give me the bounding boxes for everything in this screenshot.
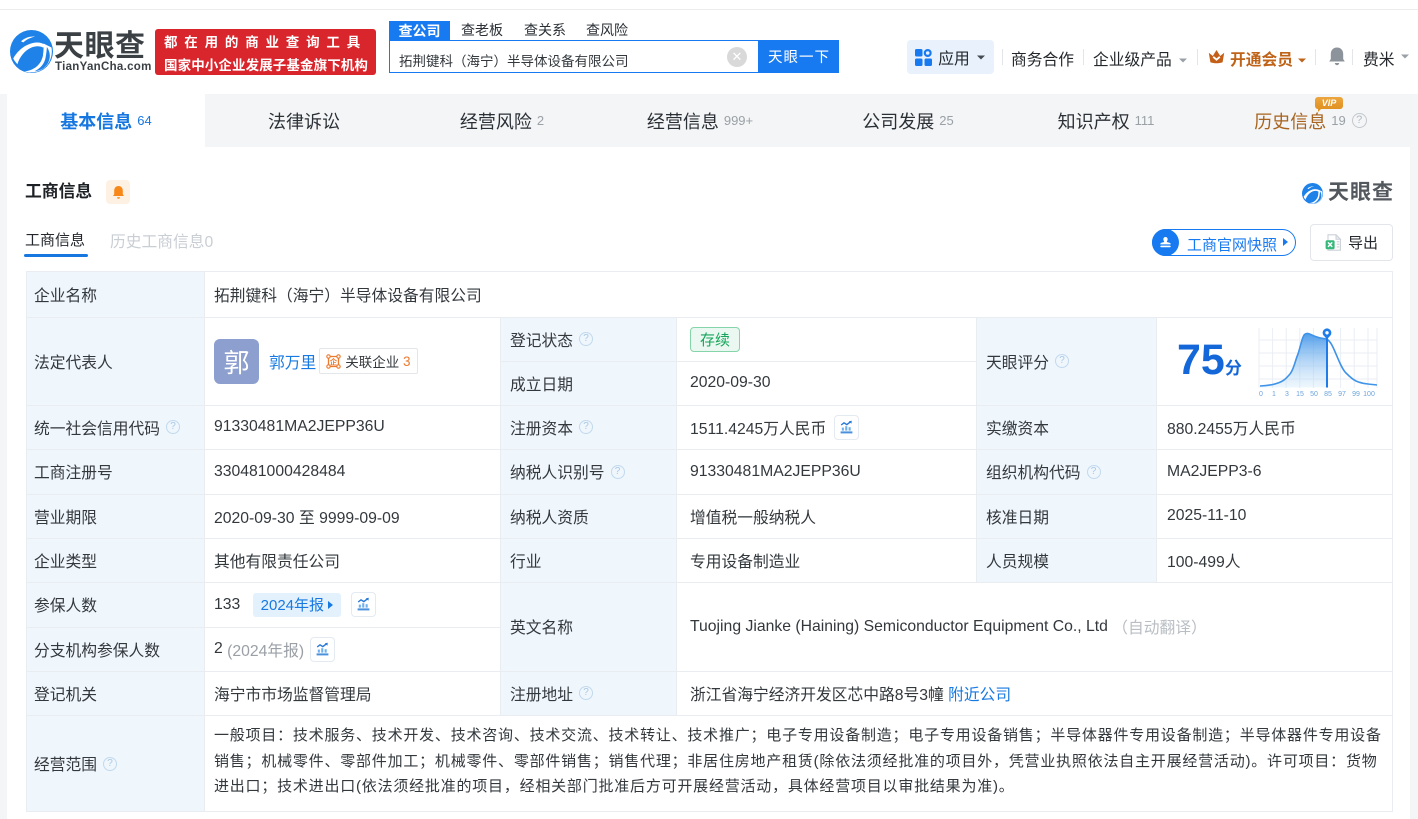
svg-text:3: 3 (1285, 391, 1289, 398)
svg-text:1: 1 (1272, 391, 1276, 398)
svg-text:企: 企 (330, 356, 338, 366)
svg-text:0: 0 (1259, 391, 1263, 398)
svg-text:100: 100 (1363, 391, 1375, 398)
svg-text:85: 85 (1324, 391, 1332, 398)
svg-text:99: 99 (1352, 391, 1360, 398)
svg-text:50: 50 (1310, 391, 1318, 398)
svg-text:15: 15 (1296, 391, 1304, 398)
svg-text:97: 97 (1338, 391, 1346, 398)
